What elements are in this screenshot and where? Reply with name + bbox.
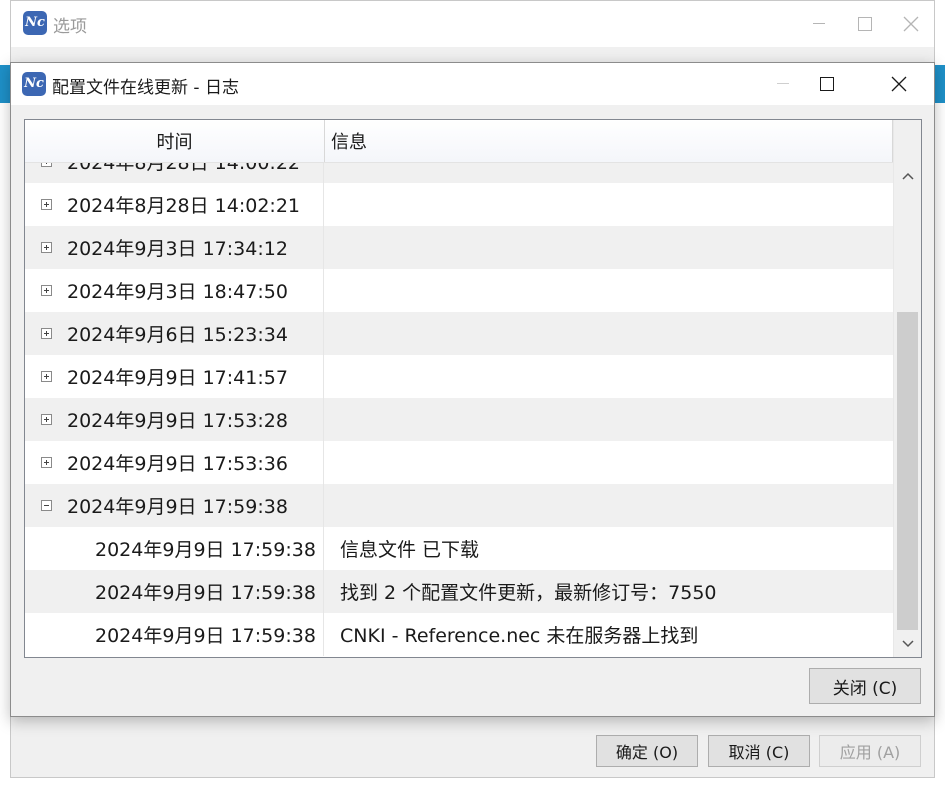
options-title: 选项 xyxy=(53,17,87,37)
chevron-down-icon[interactable] xyxy=(894,631,921,657)
row-time: 2024年9月9日 17:41:57 xyxy=(67,367,288,389)
table-row[interactable]: 2024年9月9日 17:59:38 CNKI - Reference.nec … xyxy=(25,613,893,656)
row-info xyxy=(324,355,893,398)
close-button[interactable]: 关闭 (C) xyxy=(809,668,921,704)
row-time: 2024年9月9日 17:59:38 xyxy=(25,570,324,613)
table-row[interactable]: 2024年9月6日 15:23:34 xyxy=(25,312,893,355)
table-row[interactable]: 2024年9月9日 17:53:28 xyxy=(25,398,893,441)
background-accent-bar xyxy=(934,65,945,103)
maximize-icon[interactable] xyxy=(842,1,888,47)
column-header-info[interactable]: 信息 xyxy=(331,120,367,162)
table-row[interactable]: 2024年9月9日 17:41:57 xyxy=(25,355,893,398)
row-time: 2024年9月9日 17:59:38 xyxy=(67,496,288,518)
row-time: 2024年8月28日 14:02:21 xyxy=(67,195,300,217)
row-time: 2024年9月9日 17:53:28 xyxy=(67,410,288,432)
expand-plus-icon[interactable] xyxy=(41,414,52,425)
row-info: 信息文件 已下载 xyxy=(340,539,480,561)
row-time: 2024年9月6日 15:23:34 xyxy=(67,324,288,346)
row-time: 2024年9月3日 17:34:12 xyxy=(67,238,288,260)
row-info xyxy=(324,484,893,527)
maximize-icon[interactable] xyxy=(804,63,850,105)
row-info xyxy=(324,163,893,183)
scrollbar-thumb[interactable] xyxy=(897,312,918,630)
collapse-minus-icon[interactable] xyxy=(41,500,52,511)
minimize-icon[interactable] xyxy=(760,63,806,105)
log-tree-list[interactable]: 时间 信息 2024年8月28日 14:00:22 2024年8月28日 14:… xyxy=(24,119,922,658)
row-info xyxy=(324,269,893,312)
tree-header: 时间 信息 xyxy=(25,120,893,163)
expand-plus-icon[interactable] xyxy=(41,371,52,382)
column-separator[interactable] xyxy=(324,120,325,162)
dialog-client-area: 时间 信息 2024年8月28日 14:00:22 2024年8月28日 14:… xyxy=(11,105,934,716)
row-info xyxy=(324,398,893,441)
close-icon[interactable] xyxy=(876,63,922,105)
expand-plus-icon[interactable] xyxy=(41,199,52,210)
table-row[interactable]: 2024年8月28日 14:00:22 xyxy=(25,163,893,183)
ok-button[interactable]: 确定 (O) xyxy=(596,735,698,767)
row-time: 2024年9月9日 17:53:36 xyxy=(67,453,288,475)
vertical-scrollbar[interactable] xyxy=(893,120,921,657)
table-row[interactable]: 2024年9月3日 17:34:12 xyxy=(25,226,893,269)
update-log-dialog: Nc 配置文件在线更新 - 日志 时间 信息 2024年8月28日 14:00:… xyxy=(10,62,935,717)
row-info xyxy=(324,312,893,355)
options-titlebar: Nc 选项 xyxy=(11,1,934,47)
tree-rows: 2024年8月28日 14:00:22 2024年8月28日 14:02:21 … xyxy=(25,163,893,657)
row-time: 2024年9月9日 17:59:38 xyxy=(25,527,324,570)
table-row[interactable]: 2024年9月3日 18:47:50 xyxy=(25,269,893,312)
expand-plus-icon[interactable] xyxy=(41,328,52,339)
table-row[interactable]: 2024年9月9日 17:59:38 xyxy=(25,484,893,527)
row-info: CNKI - Reference.nec 未在服务器上找到 xyxy=(340,625,699,647)
table-row[interactable]: 2024年9月9日 17:59:38 信息文件 已下载 xyxy=(25,527,893,570)
row-time: 2024年9月3日 18:47:50 xyxy=(67,281,288,303)
table-row[interactable]: 2024年8月28日 14:02:21 xyxy=(25,183,893,226)
dialog-titlebar: Nc 配置文件在线更新 - 日志 xyxy=(11,63,934,105)
row-info xyxy=(324,441,893,484)
chevron-up-icon[interactable] xyxy=(894,163,921,189)
table-row[interactable]: 2024年9月9日 17:59:38 找到 2 个配置文件更新，最新修订号：75… xyxy=(25,570,893,613)
dialog-title: 配置文件在线更新 - 日志 xyxy=(52,78,239,98)
expand-plus-icon[interactable] xyxy=(41,163,52,167)
row-time: 2024年9月9日 17:59:38 xyxy=(25,613,324,656)
expand-plus-icon[interactable] xyxy=(41,242,52,253)
apply-button[interactable]: 应用 (A) xyxy=(819,735,921,767)
row-info xyxy=(324,183,893,226)
cancel-button[interactable]: 取消 (C) xyxy=(708,735,810,767)
column-header-time[interactable]: 时间 xyxy=(25,120,324,162)
close-icon[interactable] xyxy=(888,1,934,47)
row-info xyxy=(324,226,893,269)
row-time: 2024年8月28日 14:00:22 xyxy=(67,163,300,174)
expand-plus-icon[interactable] xyxy=(41,457,52,468)
expand-plus-icon[interactable] xyxy=(41,285,52,296)
row-info: 找到 2 个配置文件更新，最新修订号：7550 xyxy=(340,582,717,604)
table-row[interactable]: 2024年9月9日 17:53:36 xyxy=(25,441,893,484)
app-logo-icon: Nc xyxy=(23,11,47,35)
minimize-icon[interactable] xyxy=(796,1,842,47)
app-logo-icon: Nc xyxy=(22,72,46,96)
